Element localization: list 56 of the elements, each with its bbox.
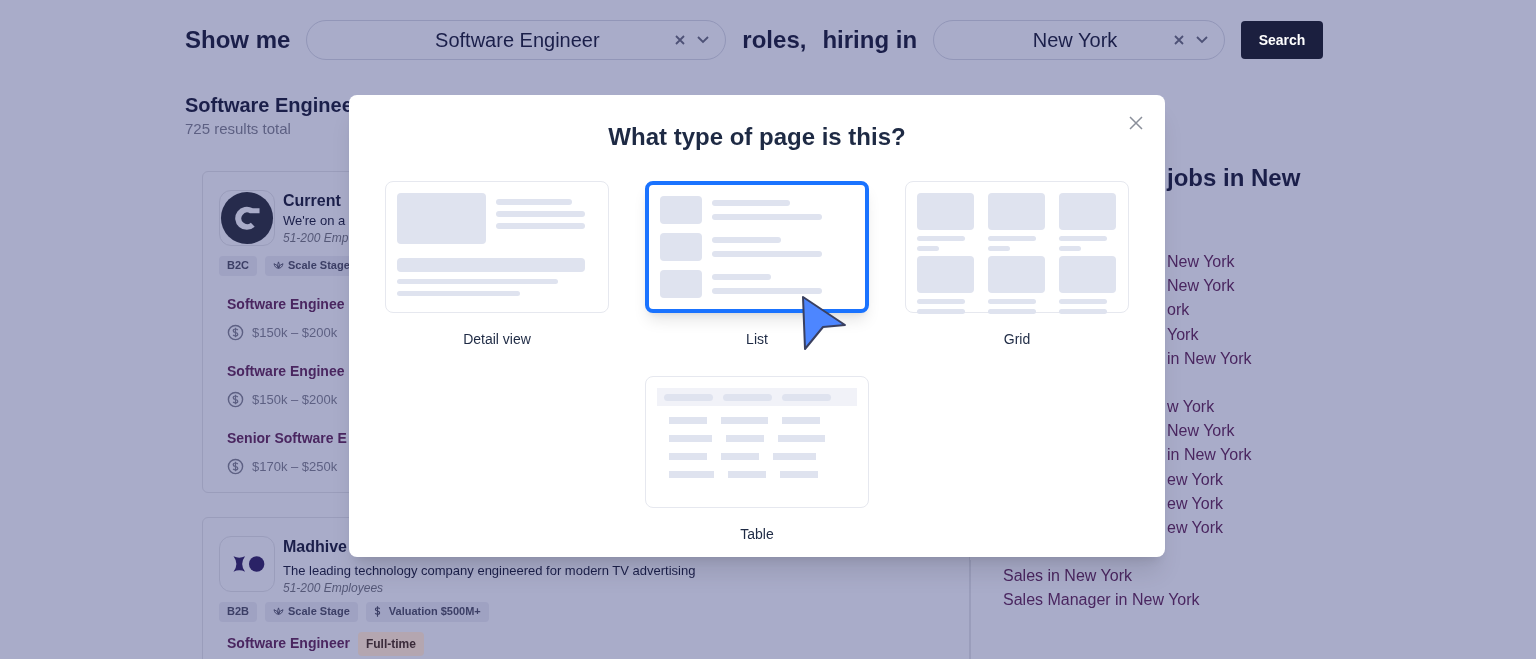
company-tag: Valuation $500M+ — [365, 601, 489, 622]
company-name: Madhive — [283, 536, 348, 557]
page-type-option[interactable]: Grid — [905, 181, 1129, 350]
company-tag: Scale Stage — [265, 601, 358, 622]
modal-title: What type of page is this? — [608, 122, 906, 152]
dollar-circle-icon — [227, 324, 244, 341]
clear-icon[interactable] — [1174, 35, 1185, 45]
cursor-arrow-icon — [801, 295, 847, 351]
job-type-tag: Full-time — [357, 631, 424, 656]
job-link[interactable]: ew York — [1167, 467, 1224, 492]
sidebar-heading: jobs in New — [1167, 163, 1302, 193]
dollar-circle-icon — [227, 458, 244, 475]
dollar-icon — [373, 606, 381, 617]
chevron-down-icon[interactable] — [697, 36, 710, 44]
dollar-circle-icon — [227, 391, 244, 408]
company-name: Current — [283, 190, 342, 211]
company-tagline: We're on a — [283, 211, 347, 230]
job-link[interactable]: ew York — [1167, 516, 1224, 541]
company-size: 51-200 Emp — [283, 229, 349, 246]
lotus-icon — [273, 607, 284, 616]
page-type-option[interactable]: Detail view — [385, 181, 609, 350]
job-link[interactable]: ew York — [1167, 491, 1224, 517]
connector-text: hiring in — [822, 25, 918, 55]
job-link[interactable]: Sales in New York — [1003, 564, 1132, 589]
job-link[interactable]: New York — [1167, 419, 1235, 444]
page-type-option[interactable]: List — [645, 181, 869, 350]
job-link[interactable]: in New York — [1167, 346, 1252, 371]
job-link[interactable]: New York — [1167, 274, 1235, 299]
job-link[interactable]: ork — [1167, 298, 1190, 323]
lotus-icon — [273, 261, 284, 270]
salary-text: $170k – $250k — [252, 457, 338, 476]
company-tag: B2C — [219, 255, 257, 276]
job-title[interactable]: Software Engineer — [227, 633, 350, 654]
results-count: 725 results total — [185, 119, 291, 139]
company-logo — [219, 535, 275, 592]
company-tag: B2B — [219, 601, 257, 622]
job-link[interactable]: New York — [1167, 250, 1235, 275]
clear-icon[interactable] — [675, 35, 686, 45]
job-title[interactable]: Software Enginee — [227, 293, 345, 315]
job-link[interactable]: in New York — [1167, 443, 1252, 468]
job-title[interactable]: Software Enginee — [227, 360, 345, 382]
close-icon[interactable] — [1129, 116, 1143, 130]
page-type-option[interactable]: Table — [645, 376, 869, 545]
company-logo — [219, 189, 275, 246]
company-tagline: The leading technology company engineered for modern TV advertising — [283, 561, 696, 580]
search-button[interactable]: Search — [1241, 21, 1324, 59]
salary-text: $150k – $200k — [252, 390, 338, 409]
salary-text: $150k – $200k — [252, 323, 338, 342]
chevron-down-icon[interactable] — [1196, 36, 1209, 44]
company-size: 51-200 Employees — [283, 579, 385, 596]
job-link[interactable]: York — [1167, 322, 1199, 347]
prompt-text: Show me — [185, 25, 291, 55]
job-link[interactable]: w York — [1167, 395, 1215, 420]
job-link[interactable]: Sales Manager in New York — [1003, 588, 1200, 613]
job-title[interactable]: Senior Software E — [227, 427, 347, 449]
connector-text: roles, — [742, 25, 807, 55]
